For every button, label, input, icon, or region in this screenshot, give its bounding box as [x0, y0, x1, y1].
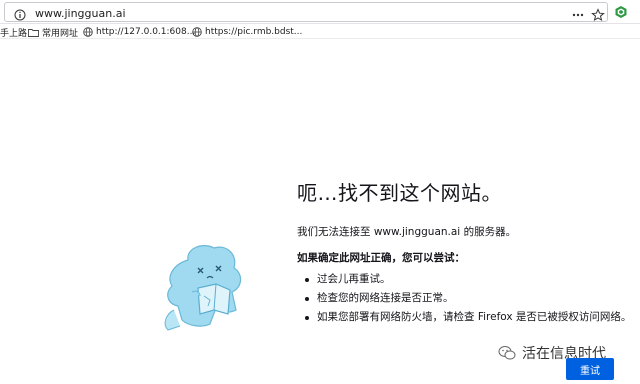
url-field[interactable]: www.jingguan.ai	[4, 2, 608, 22]
bookmark-item[interactable]: http://127.0.0.1:608...	[83, 25, 195, 39]
bookmark-item[interactable]: https://pic.rmb.bdst...	[192, 25, 302, 39]
suggestion-item: 如果您部署有网络防火墙，请检查 Firefox 是否已被授权访问网络。	[305, 308, 631, 327]
bookmark-item[interactable]: 手上路	[0, 25, 27, 39]
globe-icon	[83, 27, 93, 37]
bookmark-folder[interactable]: 常用网址	[28, 25, 78, 39]
bookmark-label: 常用网址	[42, 28, 79, 39]
navigation-toolbar: www.jingguan.ai	[0, 0, 640, 24]
error-description: 我们无法连接至 www.jingguan.ai 的服务器。	[297, 226, 517, 238]
suggestion-item: 过会儿再重试。	[305, 270, 631, 289]
folder-icon	[28, 28, 39, 37]
try-heading: 如果确定此网址正确，您可以尝试：	[297, 252, 465, 264]
suggestion-list: 过会儿再重试。 检查您的网络连接是否正常。 如果您部署有网络防火墙，请检查 Fi…	[305, 270, 631, 327]
url-text[interactable]: www.jingguan.ai	[35, 7, 126, 20]
error-title: 呃…找不到这个网站。	[297, 181, 502, 205]
star-icon[interactable]	[591, 8, 605, 22]
suggestion-item: 检查您的网络连接是否正常。	[305, 289, 631, 308]
error-mascot-illustration	[164, 245, 242, 331]
info-icon[interactable]	[14, 9, 26, 21]
bookmark-label: http://127.0.0.1:608...	[96, 27, 196, 37]
bookmarks-bar: 手上路 常用网址 http://127.0.0.1:608... https:/…	[0, 25, 640, 39]
bookmark-label: 手上路	[0, 28, 28, 39]
globe-icon	[192, 27, 202, 37]
wechat-icon	[498, 346, 516, 360]
bookmark-label: https://pic.rmb.bdst...	[205, 27, 303, 37]
retry-button[interactable]: 重试	[566, 358, 614, 380]
extension-icon[interactable]	[614, 5, 628, 19]
more-dots-icon[interactable]	[571, 8, 585, 22]
